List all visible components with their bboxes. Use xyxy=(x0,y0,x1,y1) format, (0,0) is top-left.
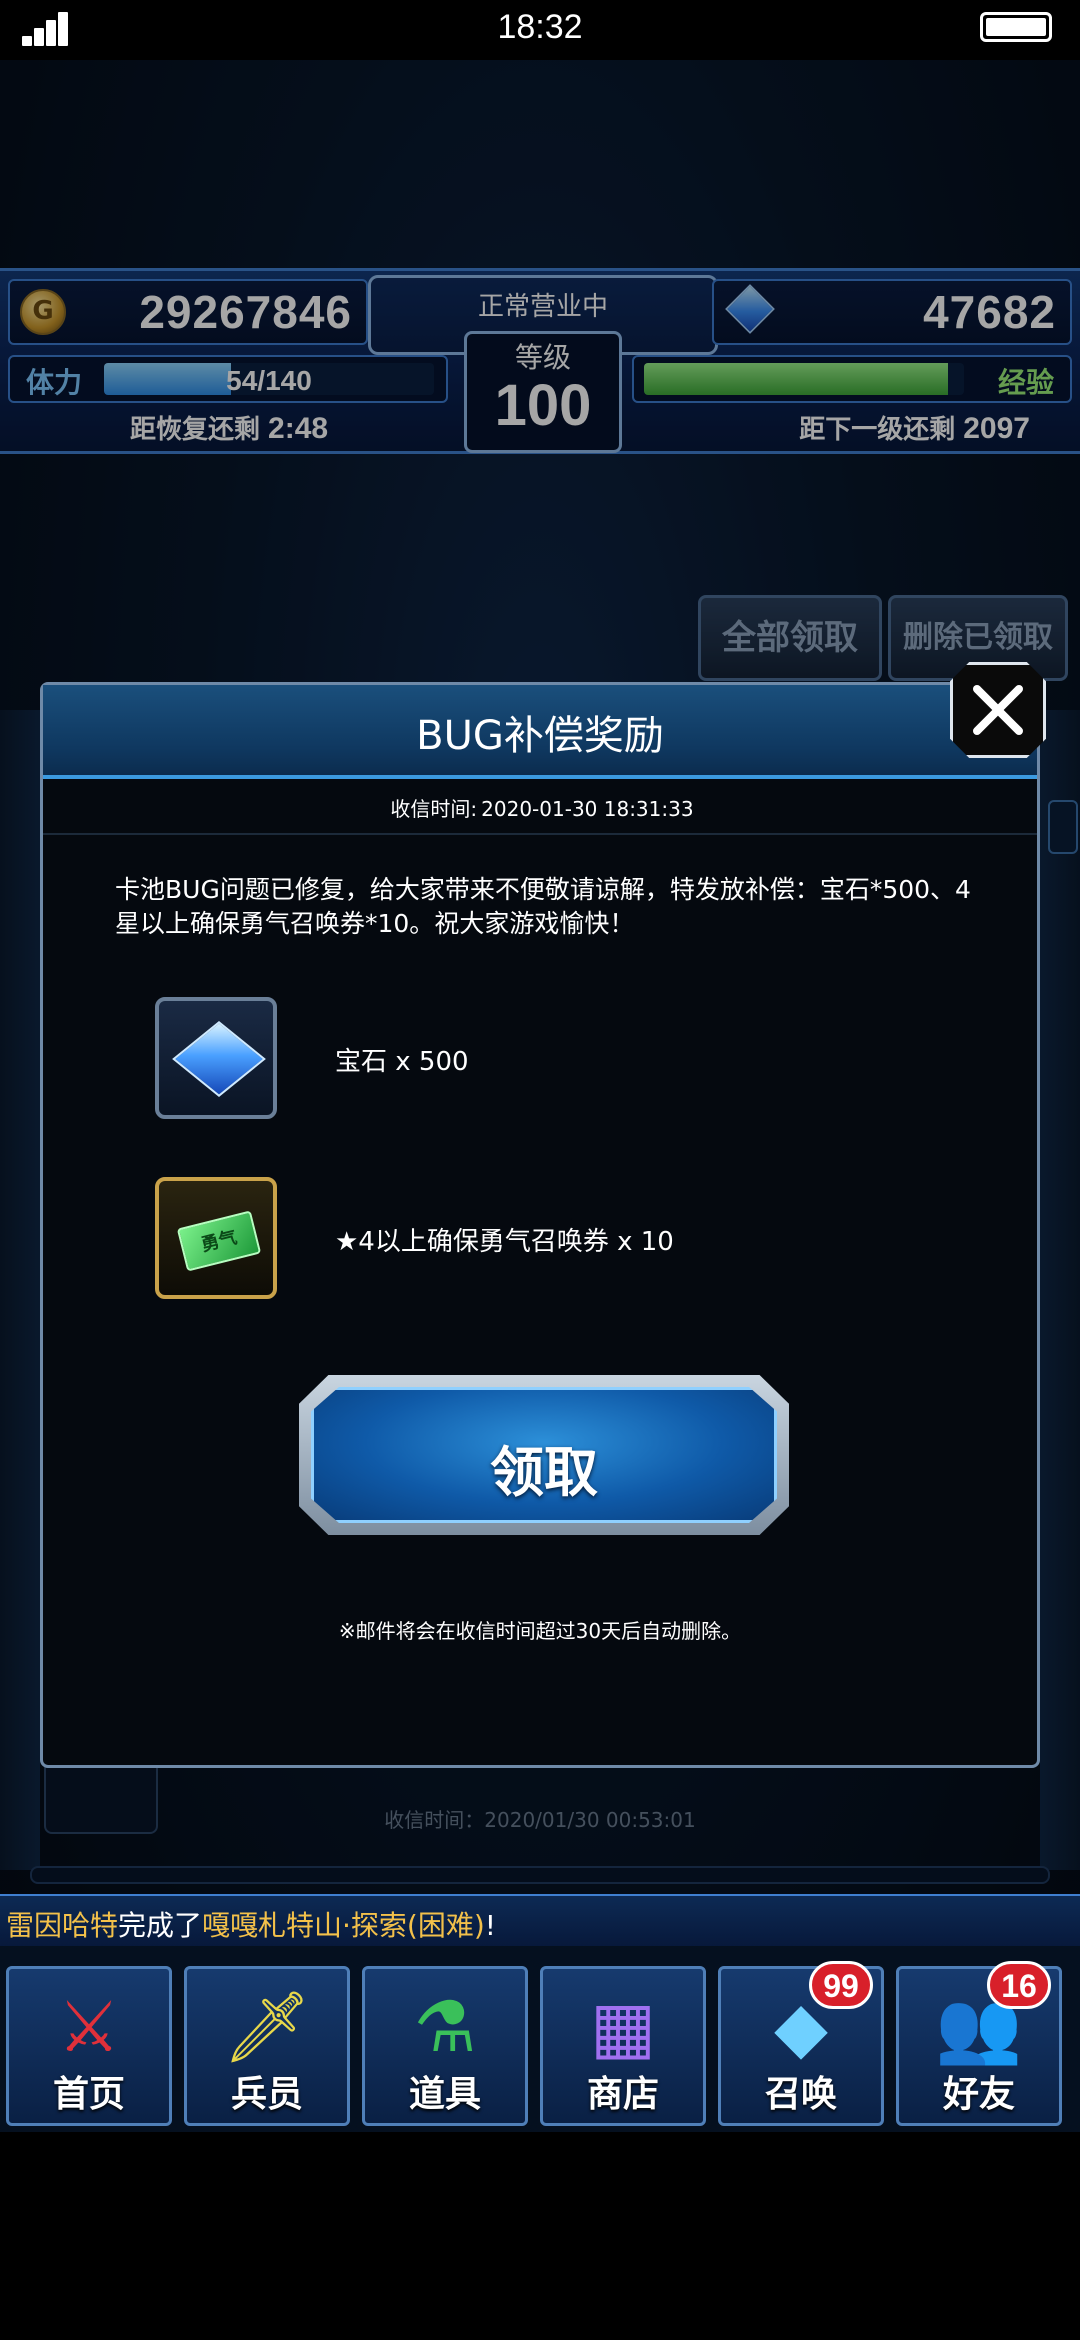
received-time: 收信时间: 2020-01-30 18:31:33 xyxy=(43,793,1037,822)
notification-badge: 99 xyxy=(809,1961,873,2009)
nav-label: 商店 xyxy=(586,2074,659,2115)
gem-icon xyxy=(155,997,277,1119)
received-time-value: 2020-01-30 18:31:33 xyxy=(481,797,694,821)
nav-label: 首页 xyxy=(52,2074,125,2115)
claim-button-label: 领取 xyxy=(490,1441,598,1504)
nav-label: 道具 xyxy=(408,2074,481,2115)
close-icon xyxy=(973,685,1023,735)
nav-label: 召唤 xyxy=(764,2074,837,2115)
mail-body-text: 卡池BUG问题已修复，给大家带来不便敬请谅解，特发放补偿：宝石*500、4星以上… xyxy=(115,875,971,938)
mail-detail-dialog: BUG补偿奖励 收信时间: 2020-01-30 18:31:33 卡池BUG问题… xyxy=(40,682,1040,1768)
received-time-label: 收信时间: xyxy=(390,797,478,821)
bottom-nav: ⚔ 首页 🗡 兵员 ⚗ 道具 ▦ 商店 ◆ 召唤 99 👥 好友 16 xyxy=(0,1946,1080,2132)
ticker-player: 雷因哈特 xyxy=(6,1909,119,1942)
ticker-quest: 嘎嘎札特山·探索(困难) xyxy=(202,1909,485,1942)
unit-icon: 🗡 xyxy=(222,1985,312,2068)
nav-label: 好友 xyxy=(942,2074,1015,2115)
dialog-title: BUG补偿奖励 xyxy=(416,713,664,759)
news-ticker: 雷因哈特完成了嘎嘎札特山·探索(困难)! xyxy=(0,1894,1080,1948)
ticker-message: 雷因哈特完成了嘎嘎札特山·探索(困难)! xyxy=(6,1904,496,1944)
nav-label: 兵员 xyxy=(230,2074,303,2115)
reward-item: ★4以上确保勇气召唤券 x 10 xyxy=(155,1177,855,1303)
summon-ticket-icon xyxy=(155,1177,277,1299)
potion-icon: ⚗ xyxy=(413,1986,477,2068)
status-bar: 18:32 xyxy=(0,0,1080,60)
clock: 18:32 xyxy=(497,8,583,46)
sword-icon: ⚔ xyxy=(57,1986,121,2068)
ticker-end: ! xyxy=(484,1909,497,1942)
ticker-middle: 完成了 xyxy=(118,1909,203,1942)
reward-label: ★4以上确保勇气召唤券 x 10 xyxy=(335,1227,674,1257)
auto-delete-notice: ※邮件将会在收信时间超过30天后自动删除。 xyxy=(338,1619,742,1643)
reward-label: 宝石 x 500 xyxy=(335,1047,469,1077)
battery-icon xyxy=(980,12,1052,42)
claim-button[interactable]: 领取 xyxy=(299,1375,789,1535)
close-button[interactable] xyxy=(950,662,1046,758)
divider xyxy=(43,833,1037,835)
screen-bottom xyxy=(0,2132,1080,2340)
nav-friends[interactable]: 👥 好友 16 xyxy=(896,1961,1062,2126)
dialog-header: BUG补偿奖励 xyxy=(43,685,1037,779)
shop-icon: ▦ xyxy=(589,1986,657,2068)
nav-shop[interactable]: ▦ 商店 xyxy=(540,1966,706,2126)
reward-item: 宝石 x 500 xyxy=(155,997,855,1123)
notification-badge: 16 xyxy=(987,1961,1051,2009)
nav-home[interactable]: ⚔ 首页 xyxy=(6,1966,172,2126)
nav-items[interactable]: ⚗ 道具 xyxy=(362,1966,528,2126)
nav-summon[interactable]: ◆ 召唤 99 xyxy=(718,1961,884,2126)
nav-units[interactable]: 🗡 兵员 xyxy=(184,1966,350,2126)
